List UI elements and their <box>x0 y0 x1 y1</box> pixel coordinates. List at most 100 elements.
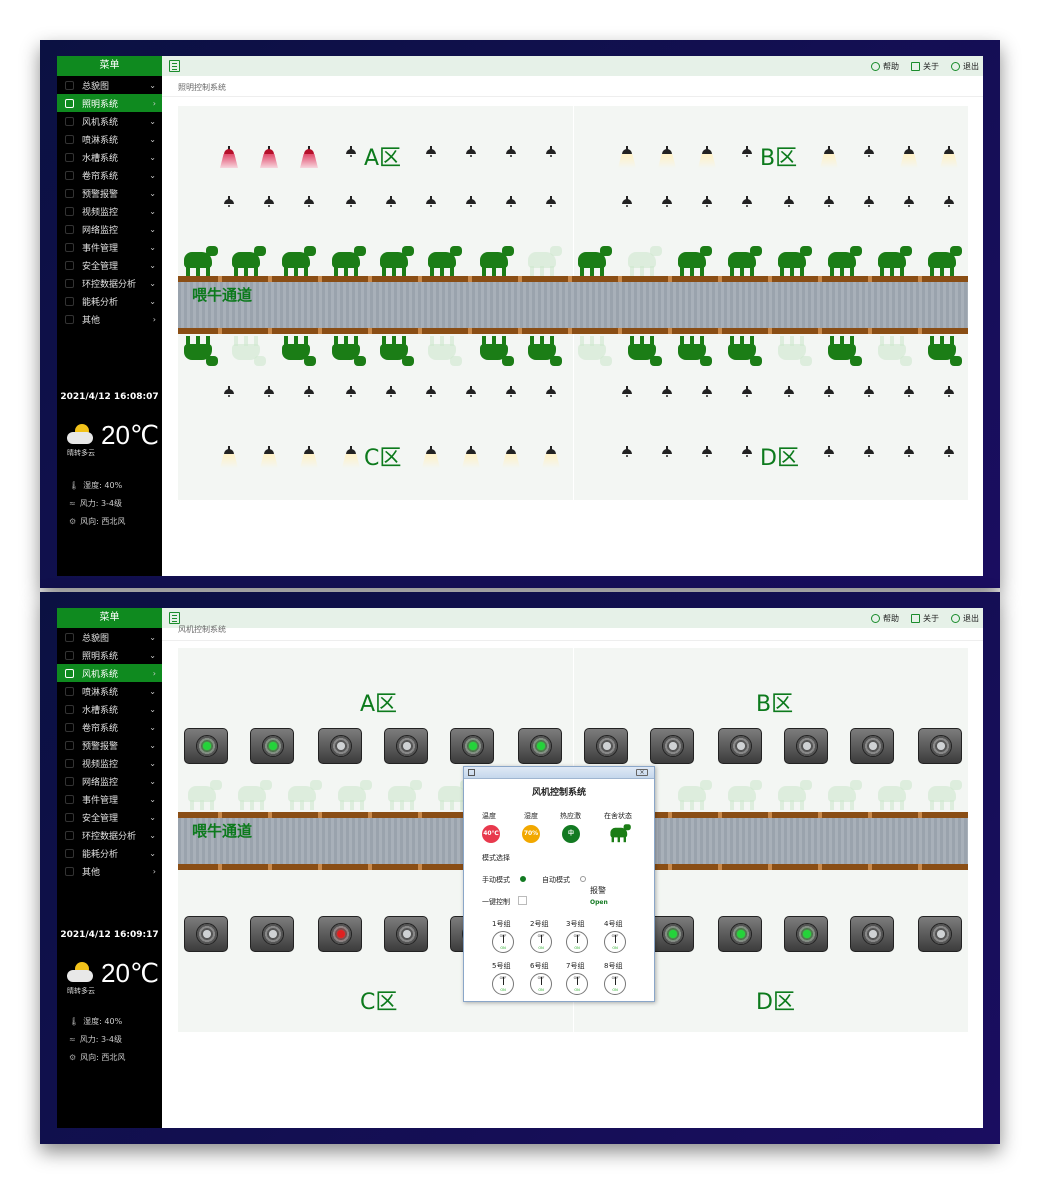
lamp-icon[interactable] <box>222 446 236 466</box>
lamp-icon[interactable] <box>302 196 316 216</box>
lamp-icon[interactable] <box>902 386 916 406</box>
lamp-icon[interactable] <box>942 386 956 406</box>
group-switch-knob[interactable]: OFF ON <box>492 973 514 995</box>
sidebar-item-security[interactable]: 安全管理 ⌄ <box>57 808 162 826</box>
help-button[interactable]: 帮助 <box>871 613 899 624</box>
one-key-checkbox[interactable] <box>518 896 527 905</box>
lamp-icon[interactable] <box>700 146 714 166</box>
lamp-icon[interactable] <box>660 196 674 216</box>
sidebar-item-water[interactable]: 水槽系统 ⌄ <box>57 148 162 166</box>
lamp-icon[interactable] <box>782 196 796 216</box>
lamp-icon[interactable] <box>902 196 916 216</box>
sidebar-item-fan[interactable]: 风机系统 › <box>57 664 162 682</box>
sidebar-item-overview[interactable]: 总貌图 ⌄ <box>57 76 162 94</box>
sidebar-item-network[interactable]: 网络监控 ⌄ <box>57 772 162 790</box>
sidebar-item-lighting[interactable]: 照明系统 › <box>57 94 162 112</box>
sidebar-item-energy[interactable]: 能耗分析 ⌄ <box>57 844 162 862</box>
lamp-icon[interactable] <box>822 386 836 406</box>
lamp-icon[interactable] <box>700 386 714 406</box>
group-switch-knob[interactable]: OFF ON <box>604 973 626 995</box>
lamp-icon[interactable] <box>262 146 276 166</box>
fan-unit[interactable] <box>584 728 628 764</box>
sidebar-item-other[interactable]: 其他 › <box>57 862 162 880</box>
sidebar-item-security[interactable]: 安全管理 ⌄ <box>57 256 162 274</box>
lamp-icon[interactable] <box>740 196 754 216</box>
lamp-icon[interactable] <box>700 446 714 466</box>
lamp-icon[interactable] <box>620 446 634 466</box>
lamp-icon[interactable] <box>902 146 916 166</box>
sidebar-item-alarm[interactable]: 预警报警 ⌄ <box>57 736 162 754</box>
about-button[interactable]: 关于 <box>911 61 939 72</box>
sidebar-item-other[interactable]: 其他 › <box>57 310 162 328</box>
fan-unit[interactable] <box>650 728 694 764</box>
lamp-icon[interactable] <box>942 446 956 466</box>
lamp-icon[interactable] <box>902 446 916 466</box>
sidebar-item-env-analysis[interactable]: 环控数据分析 ⌄ <box>57 826 162 844</box>
lamp-icon[interactable] <box>424 196 438 216</box>
lamp-icon[interactable] <box>504 446 518 466</box>
group-switch-knob[interactable]: OFF ON <box>492 931 514 953</box>
lamp-icon[interactable] <box>942 146 956 166</box>
lamp-icon[interactable] <box>222 386 236 406</box>
exit-button[interactable]: 退出 <box>951 61 979 72</box>
lamp-icon[interactable] <box>822 196 836 216</box>
sidebar-item-lighting[interactable]: 照明系统 ⌄ <box>57 646 162 664</box>
fan-unit[interactable] <box>384 728 428 764</box>
lamp-icon[interactable] <box>660 386 674 406</box>
lamp-icon[interactable] <box>504 386 518 406</box>
lamp-icon[interactable] <box>862 446 876 466</box>
lamp-icon[interactable] <box>620 146 634 166</box>
lamp-icon[interactable] <box>344 196 358 216</box>
about-button[interactable]: 关于 <box>911 613 939 624</box>
fan-unit[interactable] <box>718 728 762 764</box>
lamp-icon[interactable] <box>222 146 236 166</box>
sidebar-item-overview[interactable]: 总貌图 ⌄ <box>57 628 162 646</box>
fan-unit[interactable] <box>784 916 828 952</box>
lamp-icon[interactable] <box>464 386 478 406</box>
manual-mode-radio[interactable] <box>520 876 526 882</box>
lamp-icon[interactable] <box>504 196 518 216</box>
lamp-icon[interactable] <box>544 386 558 406</box>
sidebar-item-video[interactable]: 视频监控 ⌄ <box>57 202 162 220</box>
lamp-icon[interactable] <box>660 146 674 166</box>
lamp-icon[interactable] <box>740 386 754 406</box>
fan-unit[interactable] <box>518 728 562 764</box>
sidebar-item-spray[interactable]: 喷淋系统 ⌄ <box>57 130 162 148</box>
lamp-icon[interactable] <box>424 386 438 406</box>
lamp-icon[interactable] <box>384 196 398 216</box>
close-button[interactable]: × <box>636 769 648 776</box>
fan-unit[interactable] <box>318 728 362 764</box>
lamp-icon[interactable] <box>544 446 558 466</box>
fan-unit[interactable] <box>250 728 294 764</box>
lamp-icon[interactable] <box>222 196 236 216</box>
lamp-icon[interactable] <box>344 386 358 406</box>
group-switch-knob[interactable]: OFF ON <box>530 973 552 995</box>
fan-unit[interactable] <box>250 916 294 952</box>
lamp-icon[interactable] <box>862 146 876 166</box>
group-switch-knob[interactable]: OFF ON <box>604 931 626 953</box>
lamp-icon[interactable] <box>424 146 438 166</box>
lamp-icon[interactable] <box>862 196 876 216</box>
fan-unit[interactable] <box>784 728 828 764</box>
group-switch-knob[interactable]: OFF ON <box>566 931 588 953</box>
dialog-titlebar[interactable]: × <box>464 767 654 779</box>
sidebar-item-video[interactable]: 视频监控 ⌄ <box>57 754 162 772</box>
fan-unit[interactable] <box>650 916 694 952</box>
lamp-icon[interactable] <box>782 386 796 406</box>
sidebar-item-env-analysis[interactable]: 环控数据分析 ⌄ <box>57 274 162 292</box>
lamp-icon[interactable] <box>464 146 478 166</box>
sidebar-item-alarm[interactable]: 预警报警 ⌄ <box>57 184 162 202</box>
sidebar-item-energy[interactable]: 能耗分析 ⌄ <box>57 292 162 310</box>
menu-icon[interactable] <box>169 60 180 72</box>
group-switch-knob[interactable]: OFF ON <box>566 973 588 995</box>
lamp-icon[interactable] <box>544 196 558 216</box>
sidebar-item-curtain[interactable]: 卷帘系统 ⌄ <box>57 166 162 184</box>
lamp-icon[interactable] <box>384 386 398 406</box>
sidebar-item-spray[interactable]: 喷淋系统 ⌄ <box>57 682 162 700</box>
lamp-icon[interactable] <box>464 446 478 466</box>
lamp-icon[interactable] <box>620 196 634 216</box>
fan-unit[interactable] <box>850 916 894 952</box>
lamp-icon[interactable] <box>620 386 634 406</box>
lamp-icon[interactable] <box>942 196 956 216</box>
fan-unit[interactable] <box>918 728 962 764</box>
